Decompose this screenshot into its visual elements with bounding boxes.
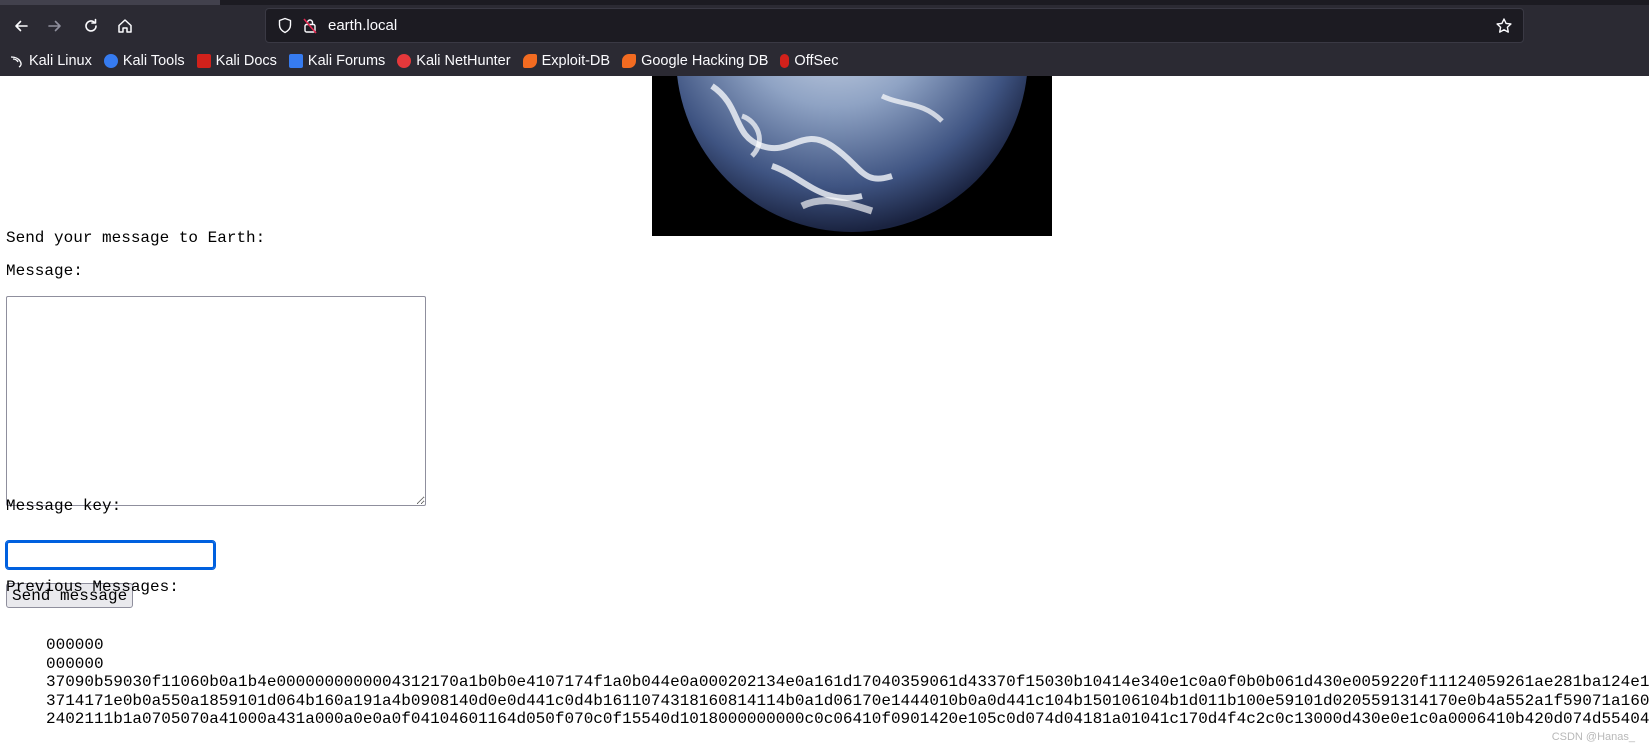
reload-button[interactable]: [76, 11, 106, 41]
kali-forums-icon: [288, 54, 303, 68]
bookmark-label: Google Hacking DB: [641, 53, 769, 69]
tab-strip: [0, 0, 1649, 5]
bookmark-label: OffSec: [794, 53, 839, 69]
kali-docs-icon: [196, 54, 211, 68]
address-bar[interactable]: earth.local: [265, 8, 1524, 43]
tracking-shield-icon[interactable]: [277, 17, 293, 34]
previous-messages-heading: Previous Messages:: [6, 578, 179, 596]
message-key-input[interactable]: [5, 540, 216, 570]
list-item: 37090b59030f11060b0a1b4e0000000000004312…: [46, 673, 1649, 692]
forward-arrow-icon: [48, 20, 61, 32]
bookmark-google-hacking-db[interactable]: Google Hacking DB: [622, 53, 768, 69]
bookmark-label: Kali Linux: [29, 53, 92, 69]
url-text[interactable]: earth.local: [328, 17, 397, 34]
back-button[interactable]: [6, 11, 36, 41]
bookmark-kali-tools[interactable]: Kali Tools: [103, 53, 185, 69]
bookmark-kali-linux[interactable]: Kali Linux: [10, 53, 92, 69]
offsec-icon: [780, 54, 790, 68]
page-content: Send your message to Earth: Message: Mes…: [0, 76, 1649, 747]
bookmark-label: Kali Tools: [122, 53, 185, 69]
watermark: CSDN @Hanas_: [1551, 731, 1635, 743]
active-tab[interactable]: [0, 0, 220, 5]
home-button[interactable]: [110, 11, 140, 41]
message-textarea[interactable]: [6, 296, 426, 506]
kali-dragon-icon: [10, 54, 24, 68]
list-item: 2402111b1a0705070a41000a431a000a0e0a0f04…: [46, 710, 1649, 729]
bookmark-exploit-db[interactable]: Exploit-DB: [522, 53, 611, 69]
exploit-db-icon: [522, 54, 537, 68]
bookmark-kali-docs[interactable]: Kali Docs: [196, 53, 277, 69]
reload-icon: [85, 18, 97, 32]
list-item: 000000: [46, 655, 1649, 674]
bookmarks-toolbar: Kali Linux Kali Tools Kali Docs Kali For…: [0, 48, 1649, 74]
bookmark-label: Exploit-DB: [541, 53, 611, 69]
kali-tools-icon: [103, 54, 118, 68]
bookmark-kali-forums[interactable]: Kali Forums: [288, 53, 386, 69]
list-item: 000000: [46, 636, 1649, 655]
bookmark-label: Kali Docs: [215, 53, 277, 69]
earth-image: [652, 76, 1052, 236]
bookmark-label: Kali Forums: [307, 53, 386, 69]
insecure-lock-icon[interactable]: [302, 17, 318, 34]
browser-toolbar: earth.local Kali Linux Kali Tools Kali D…: [0, 0, 1649, 76]
list-item: 3714171e0b0a550a1859101d064b160a191a4b09…: [46, 692, 1649, 711]
ghdb-icon: [622, 54, 637, 68]
bookmark-offsec[interactable]: OffSec: [780, 53, 838, 69]
bookmark-label: Kali NetHunter: [416, 53, 511, 69]
forward-button[interactable]: [40, 11, 70, 41]
message-label: Message:: [6, 262, 83, 280]
nethunter-icon: [397, 54, 412, 68]
key-label: Message key:: [6, 497, 122, 515]
back-arrow-icon: [15, 20, 28, 32]
home-icon: [118, 19, 132, 33]
bookmark-kali-nethunter[interactable]: Kali NetHunter: [397, 53, 511, 69]
previous-messages-list: 000000 000000 37090b59030f11060b0a1b4e00…: [0, 636, 1649, 729]
intro-text: Send your message to Earth:: [6, 229, 266, 247]
bookmark-star-icon[interactable]: [1495, 17, 1513, 35]
